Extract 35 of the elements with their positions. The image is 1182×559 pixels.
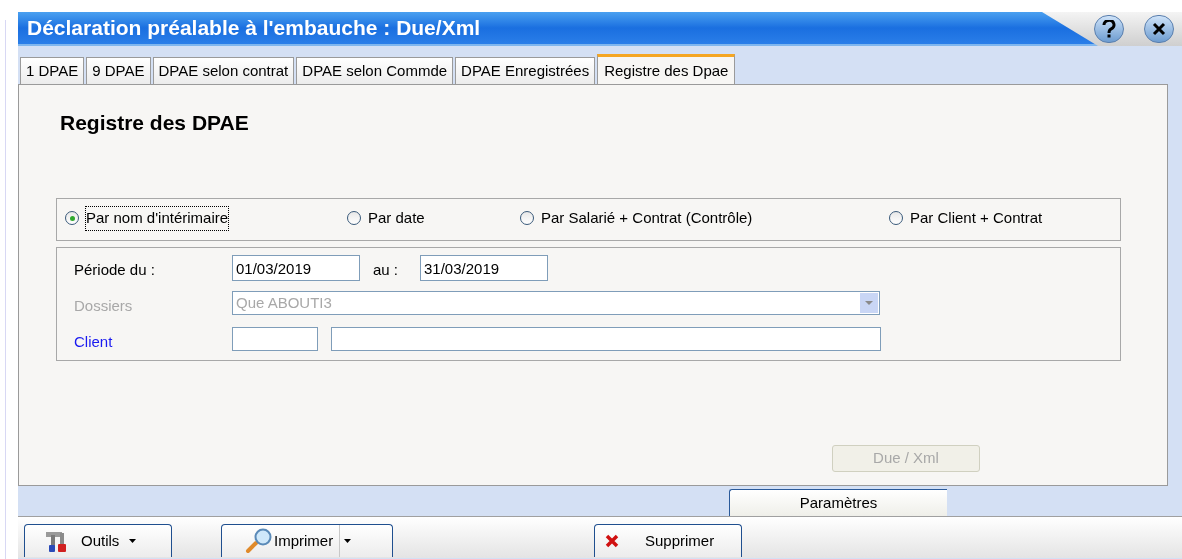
radio-button[interactable] xyxy=(889,211,903,226)
section-heading: Registre des DPAE xyxy=(60,110,249,136)
date-to-field[interactable]: 31/03/2019 xyxy=(420,255,548,281)
date-from-field[interactable]: 01/03/2019 xyxy=(232,255,360,281)
window-title: Déclaration préalable à l'embauche : Due/Xml xyxy=(26,15,481,42)
radio-button[interactable] xyxy=(65,211,79,226)
radio-label[interactable]: Par Client + Contrat xyxy=(910,207,1043,230)
tab[interactable]: DPAE Enregistrées xyxy=(455,57,596,84)
delete-icon xyxy=(605,534,619,548)
parametres-tab[interactable]: Paramètres xyxy=(729,489,947,516)
radio-button[interactable] xyxy=(347,211,361,226)
tab[interactable]: 1 DPAE xyxy=(20,57,85,84)
close-icon xyxy=(1152,22,1166,36)
dossiers-value: Que ABOUTI3 xyxy=(235,292,333,313)
period-label: Période du : xyxy=(74,260,155,280)
tab[interactable]: 9 DPAE xyxy=(86,57,151,84)
dossiers-label: Dossiers xyxy=(74,296,133,316)
radio-label[interactable]: Par Salarié + Contrat (Contrôle) xyxy=(541,207,753,230)
help-icon xyxy=(1102,20,1116,38)
radio-label[interactable]: Par date xyxy=(368,207,425,230)
tab[interactable]: DPAE selon contrat xyxy=(152,57,295,84)
tab[interactable]: DPAE selon Commde xyxy=(296,57,454,84)
caret-icon xyxy=(344,539,352,543)
radio-label[interactable]: Par nom d'intérimaire xyxy=(86,207,229,230)
client-code-field[interactable] xyxy=(232,327,318,351)
client-name-field[interactable] xyxy=(331,327,881,351)
period-to-label: au : xyxy=(373,260,399,280)
client-label: Client xyxy=(74,332,113,352)
print-button[interactable]: Imprimer xyxy=(221,524,393,557)
tools-button[interactable]: Outils xyxy=(24,524,172,557)
caret-icon xyxy=(129,539,137,543)
radio-button[interactable] xyxy=(520,211,534,226)
delete-button[interactable]: Supprimer xyxy=(594,524,742,557)
tab[interactable]: Registre des Dpae xyxy=(597,54,736,85)
magnifier-icon xyxy=(244,528,274,554)
